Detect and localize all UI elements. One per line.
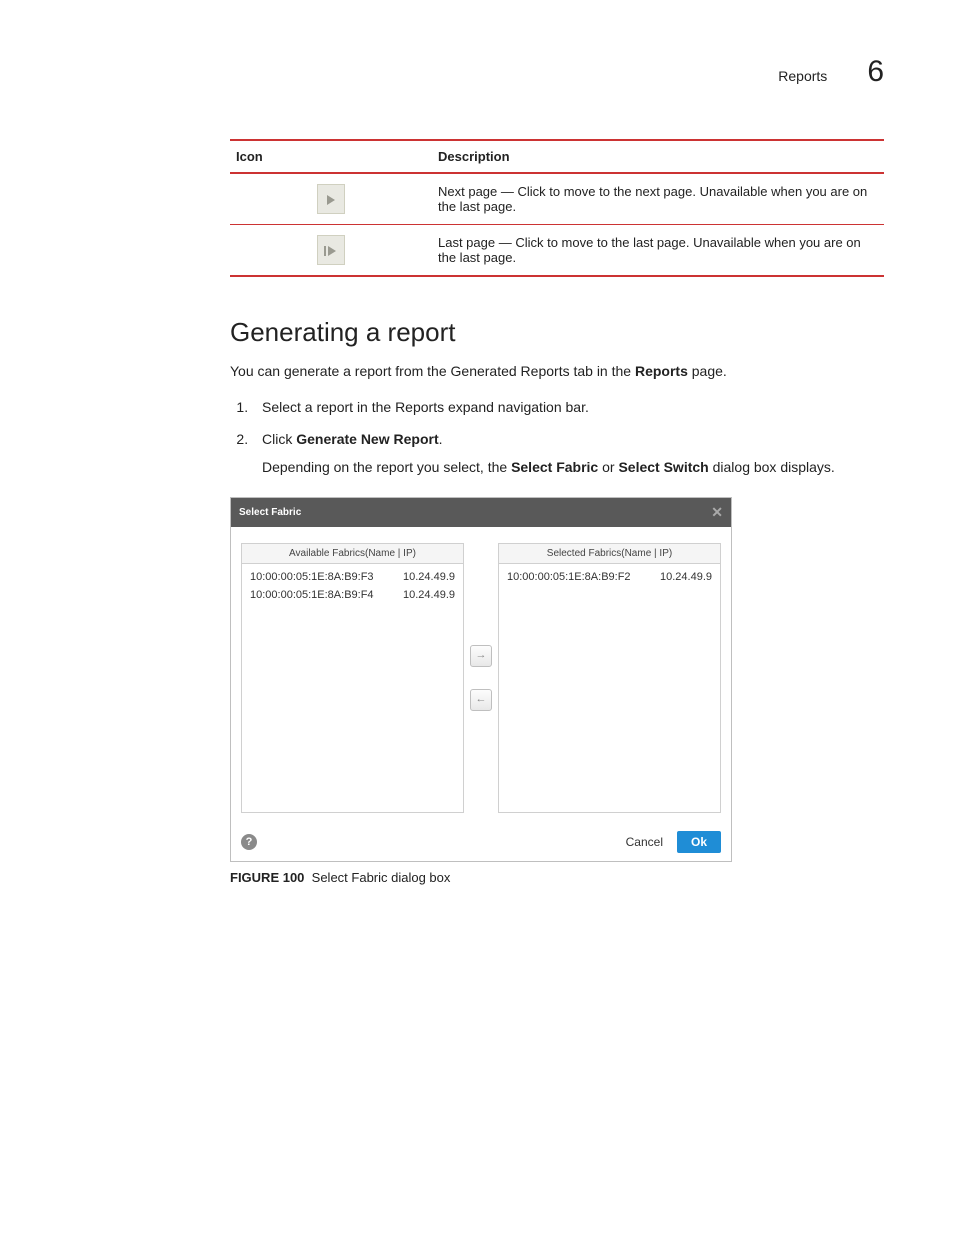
section-heading: Generating a report — [230, 317, 884, 348]
text: page. — [688, 363, 727, 379]
dialog-titlebar: Select Fabric ✕ — [231, 498, 731, 527]
transfer-buttons: → ← — [470, 543, 492, 813]
available-fabrics-list[interactable]: Available Fabrics(Name | IP) 10:00:00:05… — [241, 543, 464, 813]
selected-list-header: Selected Fabrics(Name | IP) — [499, 544, 720, 564]
fabric-ip: 10.24.49.9 — [403, 571, 455, 583]
text-bold: Generate New Report — [296, 431, 438, 447]
text: dialog box displays. — [709, 459, 835, 475]
steps-list: Select a report in the Reports expand na… — [230, 396, 884, 479]
fabric-ip: 10.24.49.9 — [403, 589, 455, 601]
figure-caption: FIGURE 100 Select Fabric dialog box — [230, 870, 884, 885]
list-item[interactable]: 10:00:00:05:1E:8A:B9:F4 10.24.49.9 — [248, 586, 457, 604]
ok-button[interactable]: Ok — [677, 831, 721, 853]
fabric-name: 10:00:00:05:1E:8A:B9:F4 — [250, 589, 374, 601]
text-bold: Select Switch — [618, 459, 708, 475]
text: Depending on the report you select, the — [262, 459, 511, 475]
list-item[interactable]: 10:00:00:05:1E:8A:B9:F3 10.24.49.9 — [248, 568, 457, 586]
table-cell-description: Last page — Click to move to the last pa… — [432, 225, 884, 277]
text-bold: Select Fabric — [511, 459, 598, 475]
close-icon[interactable]: ✕ — [711, 504, 723, 521]
text: You can generate a report from the Gener… — [230, 363, 635, 379]
text: . — [439, 431, 443, 447]
table-header-description: Description — [432, 140, 884, 173]
list-item: Click Generate New Report. Depending on … — [252, 428, 884, 479]
list-item: Select a report in the Reports expand na… — [252, 396, 884, 418]
icon-description-table: Icon Description Next page — Click to mo… — [230, 139, 884, 277]
fabric-ip: 10.24.49.9 — [660, 571, 712, 583]
dialog-title-text: Select Fabric — [239, 507, 301, 518]
table-row: Next page — Click to move to the next pa… — [230, 173, 884, 225]
text: or — [598, 459, 618, 475]
help-icon[interactable]: ? — [241, 834, 257, 850]
header-section: Reports — [778, 68, 827, 84]
cancel-button[interactable]: Cancel — [626, 835, 663, 849]
last-page-icon — [317, 235, 345, 265]
select-fabric-dialog: Select Fabric ✕ Available Fabrics(Name |… — [230, 497, 732, 862]
fabric-name: 10:00:00:05:1E:8A:B9:F2 — [507, 571, 631, 583]
table-header-icon: Icon — [230, 140, 432, 173]
step-text: Click Generate New Report. — [262, 431, 443, 447]
move-right-button[interactable]: → — [470, 645, 492, 667]
header-chapter-number: 6 — [867, 55, 884, 89]
available-list-header: Available Fabrics(Name | IP) — [242, 544, 463, 564]
next-page-icon — [317, 184, 345, 214]
move-left-button[interactable]: ← — [470, 689, 492, 711]
page-header: Reports 6 — [70, 55, 884, 89]
text: Click — [262, 431, 296, 447]
figure-label: FIGURE 100 — [230, 870, 304, 885]
step-subtext: Depending on the report you select, the … — [262, 456, 884, 478]
intro-paragraph: You can generate a report from the Gener… — [230, 362, 884, 382]
text-bold: Reports — [635, 363, 688, 379]
fabric-name: 10:00:00:05:1E:8A:B9:F3 — [250, 571, 374, 583]
figure-text: Select Fabric dialog box — [312, 870, 451, 885]
table-row: Last page — Click to move to the last pa… — [230, 225, 884, 277]
selected-fabrics-list[interactable]: Selected Fabrics(Name | IP) 10:00:00:05:… — [498, 543, 721, 813]
table-cell-description: Next page — Click to move to the next pa… — [432, 173, 884, 225]
step-text: Select a report in the Reports expand na… — [262, 399, 589, 415]
list-item[interactable]: 10:00:00:05:1E:8A:B9:F2 10.24.49.9 — [505, 568, 714, 586]
